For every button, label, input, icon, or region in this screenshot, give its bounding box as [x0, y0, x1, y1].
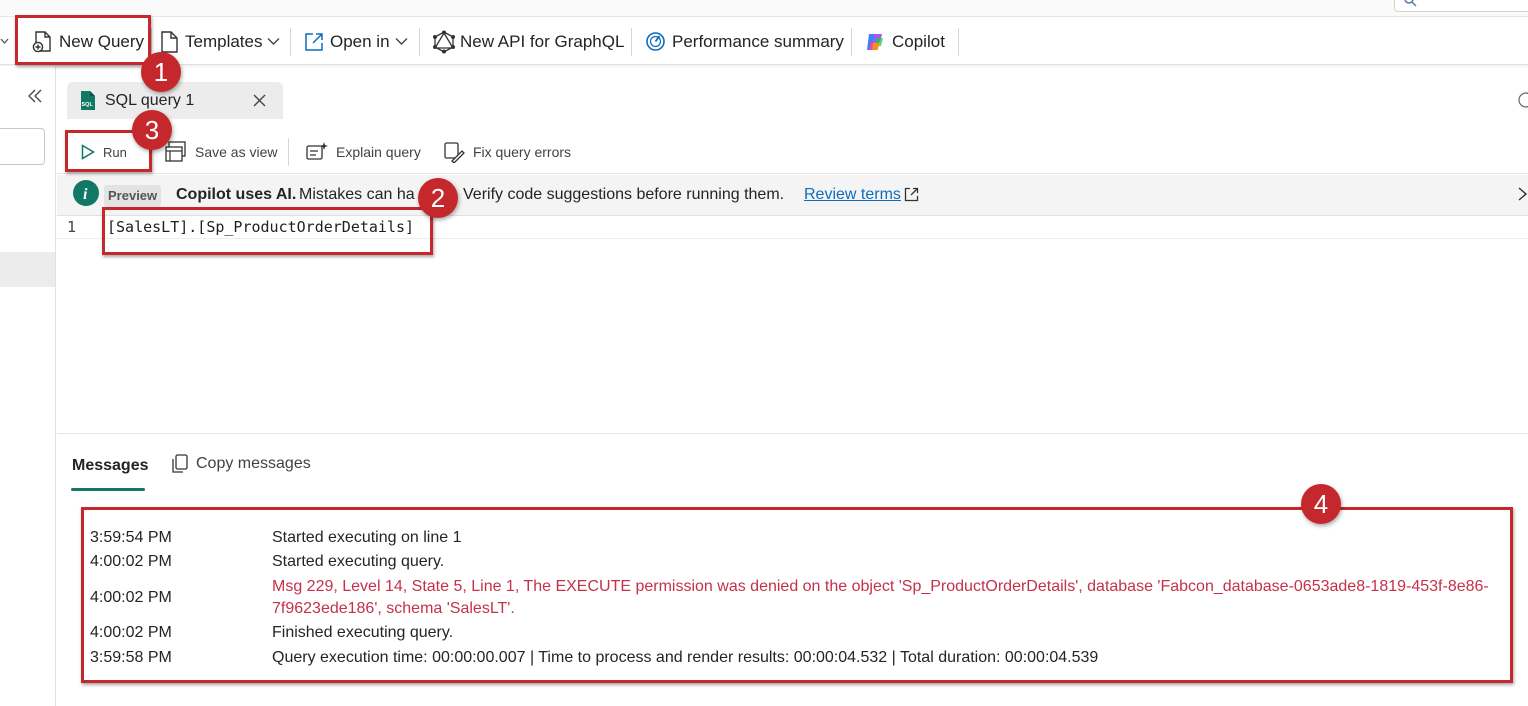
view-table-icon [165, 141, 186, 162]
templates-button[interactable]: Templates [160, 18, 280, 65]
close-banner-icon[interactable] [1518, 187, 1527, 201]
search-icon [1404, 0, 1417, 7]
highlight-code [102, 207, 433, 255]
templates-label: Templates [185, 31, 263, 51]
ribbon-divider [958, 28, 959, 56]
save-as-view-label: Save as view [195, 144, 278, 160]
explain-query-button[interactable]: Explain query [306, 130, 421, 174]
fix-errors-icon [444, 142, 465, 163]
open-external-icon [305, 32, 323, 51]
tab-label: SQL query 1 [105, 91, 195, 109]
explain-query-label: Explain query [336, 144, 421, 160]
highlight-messages [81, 507, 1513, 683]
svg-text:i: i [83, 186, 88, 203]
explorer-search-input[interactable] [0, 128, 45, 165]
tab-sql-query-1[interactable]: SQL SQL query 1 [67, 82, 283, 119]
chevron-down-icon[interactable] [0, 37, 9, 46]
open-in-label: Open in [330, 31, 390, 51]
explorer-selected-item[interactable] [0, 252, 55, 287]
step-3-badge: 3 [132, 110, 172, 150]
copy-messages-button[interactable]: Copy messages [171, 454, 311, 474]
top-search-widget[interactable] [1394, 0, 1528, 12]
fix-query-errors-button[interactable]: Fix query errors [443, 130, 571, 174]
copy-icon [172, 454, 188, 473]
new-api-graphql-label: New API for GraphQL [460, 31, 625, 51]
preview-badge: Preview [104, 185, 162, 207]
home-ribbon: New Query Templates Open in New API for … [0, 18, 1528, 65]
close-icon[interactable] [253, 94, 266, 107]
banner-bold-text: Copilot uses AI. [176, 186, 297, 203]
sql-editor-area[interactable] [57, 240, 1528, 434]
fix-query-errors-label: Fix query errors [473, 144, 572, 160]
explain-sparkle-icon [306, 142, 328, 160]
copilot-button[interactable]: Copilot [864, 18, 945, 65]
document-icon [161, 30, 178, 53]
messages-tab[interactable]: Messages [72, 457, 149, 475]
save-as-view-button[interactable]: Save as view [165, 130, 277, 174]
open-external-icon [904, 187, 919, 202]
performance-summary-label: Performance summary [672, 31, 844, 51]
chevron-down-icon [395, 38, 408, 45]
new-api-graphql-button[interactable]: New API for GraphQL [432, 18, 624, 65]
copilot-icon [867, 33, 883, 50]
banner-text: Mistakes can ha [299, 186, 415, 203]
review-terms-link[interactable]: Review terms [804, 186, 901, 204]
ribbon-divider [151, 28, 152, 56]
messages-tab-indicator [71, 488, 145, 491]
line-number: 1 [67, 218, 77, 236]
overflow-icon[interactable] [1518, 92, 1528, 108]
top-strip [0, 0, 1528, 17]
banner-text-continued: Verify code suggestions before running t… [463, 186, 785, 203]
ribbon-divider [419, 28, 420, 56]
graphql-icon [433, 30, 455, 53]
highlight-new-query [15, 15, 151, 65]
step-4-badge: 4 [1301, 484, 1341, 524]
collapse-pane-icon[interactable] [28, 89, 42, 103]
gauge-icon [646, 32, 665, 51]
toolbar-divider [288, 138, 289, 166]
ribbon-divider [290, 28, 291, 56]
step-2-badge: 2 [418, 178, 458, 218]
ribbon-divider [631, 28, 632, 56]
sql-icon-text: SQL [82, 102, 94, 108]
copy-messages-label: Copy messages [196, 455, 311, 472]
open-in-button[interactable]: Open in [304, 18, 408, 65]
copilot-label: Copilot [892, 31, 945, 51]
ribbon-divider [851, 28, 852, 56]
step-1-badge: 1 [141, 52, 181, 92]
sql-file-icon: SQL [81, 91, 95, 110]
editor-toolbar: Run Save as view Explain query Fix query… [57, 130, 1528, 174]
performance-summary-button[interactable]: Performance summary [645, 18, 844, 65]
chevron-down-icon [267, 38, 280, 45]
copilot-preview-icon: i [73, 180, 99, 206]
